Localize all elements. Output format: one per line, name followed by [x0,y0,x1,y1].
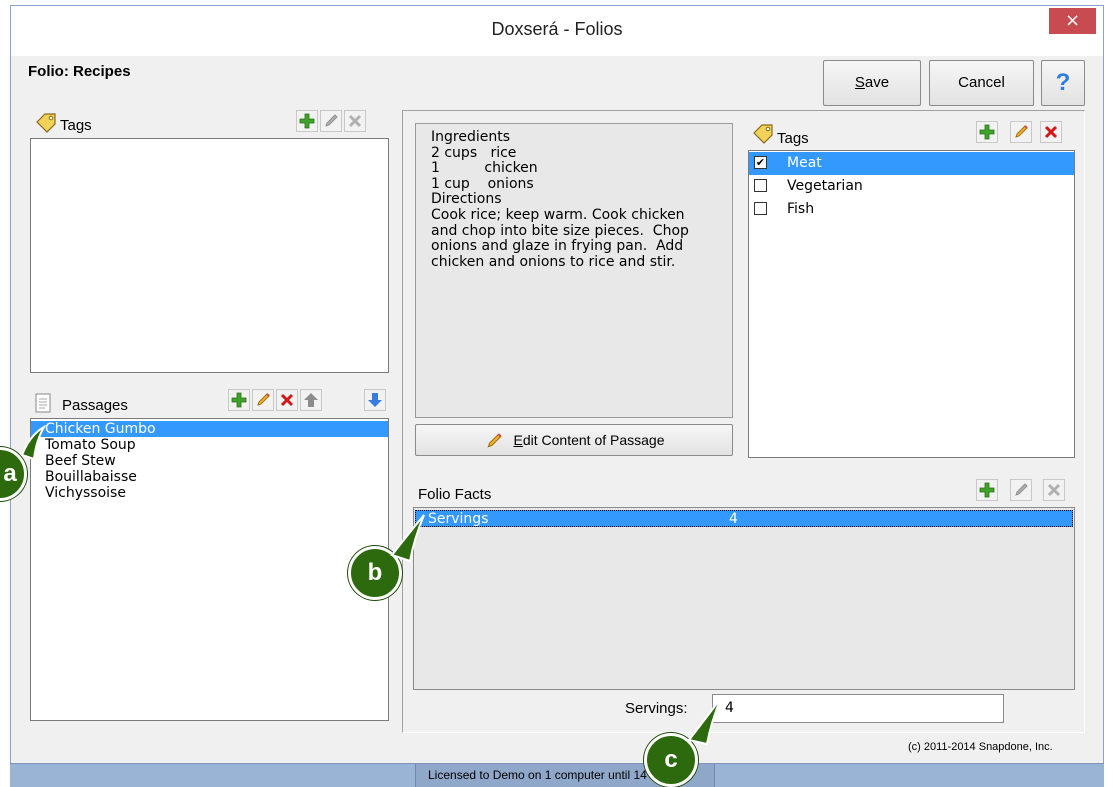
delete-icon [1044,125,1058,139]
add-passage-button[interactable] [228,389,250,411]
tag-label: Meat [787,155,822,171]
passage-content-line: 1 cup onions [431,175,534,192]
add-icon [979,482,995,498]
passage-content-line: Ingredients [431,129,510,145]
passage-content-line: onions and glaze in frying pan. Add [431,238,684,255]
add-fact-button[interactable] [976,479,998,501]
passage-item[interactable]: Bouillabaisse [31,469,388,485]
passage-content-line: 1 chicken [431,160,538,177]
passage-item[interactable]: Chicken Gumbo [31,421,388,437]
pencil-icon [486,433,502,448]
folio-name: Recipes [73,63,131,80]
tag-item[interactable]: Fish [749,198,1074,221]
edit-fact-button[interactable] [1010,479,1032,501]
passage-item[interactable]: Beef Stew [31,453,388,469]
passage-item[interactable]: Vichyssoise [31,485,388,501]
passage-item[interactable]: Tomato Soup [31,437,388,453]
callout-c-pointer [687,697,722,746]
title-bar: Doxserá - Folios × [11,6,1103,56]
move-passage-up-button[interactable] [300,389,322,411]
passages-label: Passages [62,397,128,414]
folio-facts-list-box[interactable] [413,507,1075,690]
tag-checkbox[interactable] [754,202,767,215]
edit-icon [325,114,338,127]
delete-passage-button[interactable] [276,389,298,411]
delete-folio-tag-button[interactable] [344,110,366,132]
help-icon: ? [1055,69,1071,96]
passage-content-line: chicken and onions to rice and stir. [431,253,676,270]
tag-checkbox[interactable]: ✔ [754,156,767,169]
folio-facts-label: Folio Facts [418,486,492,503]
folio-facts-list[interactable]: Servings 4 [415,510,1073,527]
passage-content-line: Cook rice; keep warm. Cook chicken [431,206,685,223]
servings-input[interactable]: 4 [712,694,1004,723]
save-button[interactable]: Save [823,60,921,106]
move-down-icon [368,393,382,407]
tag-icon [35,113,57,137]
cancel-button[interactable]: Cancel [929,60,1034,106]
passage-tags-list[interactable]: ✔ Meat Vegetarian Fish [749,152,1074,221]
passage-tags-label: Tags [777,130,809,147]
edit-content-button[interactable]: Edit Content of Passage [415,424,733,456]
delete-passage-tag-button[interactable] [1040,121,1062,143]
callout-b-pointer [390,514,425,563]
edit-folio-tag-button[interactable] [320,110,342,132]
tag-icon [752,124,774,148]
passage-content-line: 2 cups rice [431,144,517,161]
folio-heading: Folio: Recipes [28,63,131,80]
pencil-icon [1015,125,1028,138]
add-icon [299,113,315,129]
passage-content-line: Directions [431,191,502,208]
tag-item[interactable]: Vegetarian [749,175,1074,198]
close-button[interactable]: × [1049,8,1096,34]
folio-tags-label: Tags [60,117,92,134]
tag-item[interactable]: ✔ Meat [749,152,1074,175]
tag-checkbox[interactable] [754,179,767,192]
close-icon: × [1064,10,1081,31]
passages-list[interactable]: Chicken Gumbo Tomato Soup Beef Stew Bouilla… [31,421,388,501]
add-passage-tag-button[interactable] [976,121,998,143]
pencil-icon [257,393,270,406]
folio-tags-list[interactable] [30,138,389,373]
folio-label: Folio: [28,63,69,80]
delete-icon [280,393,294,407]
status-bar: Licensed to Demo on 1 computer until 14 [10,763,1104,787]
fact-name: Servings [428,511,489,527]
window-title: Doxserá - Folios [491,19,623,39]
tag-label: Vegetarian [787,178,863,194]
move-up-icon [304,393,318,407]
fact-value: 4 [729,511,738,527]
fact-row[interactable]: Servings 4 [415,510,1073,527]
edit-icon [1015,483,1028,496]
copyright-text: (c) 2011-2014 Snapdone, Inc. [908,741,1053,753]
delete-icon [348,114,362,128]
add-icon [979,124,995,140]
edit-passage-button[interactable] [252,389,274,411]
delete-icon [1047,483,1061,497]
edit-passage-tag-button[interactable] [1010,121,1032,143]
tag-label: Fish [787,201,815,217]
delete-fact-button[interactable] [1043,479,1065,501]
passage-icon [35,393,51,417]
add-folio-tag-button[interactable] [296,110,318,132]
help-button[interactable]: ? [1041,60,1085,106]
callout-a-pointer [20,425,47,461]
move-passage-down-button[interactable] [364,389,386,411]
passage-content-line: and chop into bite size pieces. Chop [431,222,689,239]
add-icon [231,392,247,408]
servings-label: Servings: [625,700,688,717]
passage-content-text: Ingredients 2 cups rice 1 chicken 1 cup oni… [431,129,731,270]
